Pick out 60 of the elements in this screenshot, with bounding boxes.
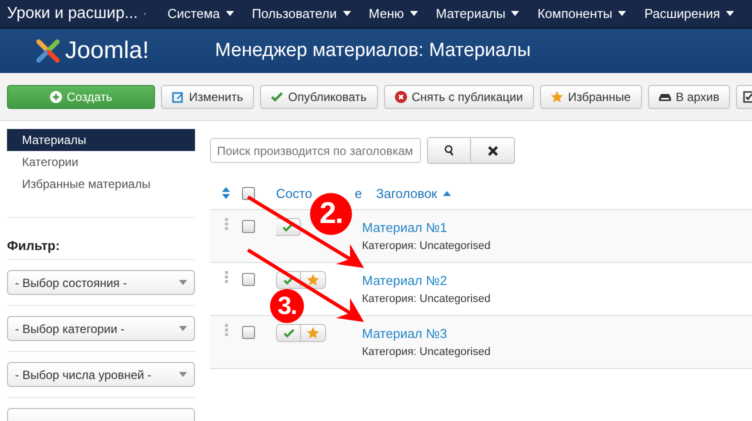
drag-handle-icon[interactable] xyxy=(224,324,228,336)
site-link[interactable]: Уроки и расшир... xyxy=(0,4,138,22)
plus-icon xyxy=(50,90,62,102)
filter-dropdown[interactable]: - Выбор категории - xyxy=(7,316,195,341)
publish-button[interactable]: Опубликовать xyxy=(260,84,378,108)
menu-item[interactable]: Материалы xyxy=(436,6,520,21)
close-icon xyxy=(486,144,498,156)
archive-button[interactable]: В архив xyxy=(648,84,730,108)
filter-dropdown[interactable]: - Выбор числа уровней - xyxy=(7,362,195,387)
menu-item[interactable]: Расширения xyxy=(644,6,734,21)
star-icon xyxy=(307,327,319,339)
sort-ascending-icon xyxy=(443,190,452,196)
featured-button[interactable]: Избранные xyxy=(540,84,642,108)
row-checkbox[interactable] xyxy=(242,326,255,339)
sidebar-item[interactable]: Категории xyxy=(7,151,195,173)
logo-icon xyxy=(34,37,62,65)
sidebar-item[interactable]: Материалы xyxy=(7,129,195,151)
menu-item[interactable]: Система xyxy=(168,6,234,21)
star-icon xyxy=(550,90,563,102)
menu-item[interactable]: Меню xyxy=(368,6,418,21)
category-text: Категория: Uncategorised xyxy=(362,346,490,358)
checkbox-icon xyxy=(743,90,752,102)
menu-item[interactable]: Пользователи xyxy=(252,6,351,21)
drag-handle-icon[interactable] xyxy=(224,218,228,230)
drag-handle-icon[interactable] xyxy=(224,271,228,283)
unpublish-button[interactable]: Снять с публикации xyxy=(384,84,534,108)
menu-item[interactable]: Компоненты xyxy=(537,6,626,21)
article-link[interactable]: Материал №1 xyxy=(362,220,448,235)
step-number: 2. xyxy=(310,193,352,235)
category-text: Категория: Uncategorised xyxy=(362,293,490,305)
sidebar-item[interactable]: Избранные материалы xyxy=(7,173,195,195)
step-number: 3. xyxy=(270,289,304,323)
clear-button[interactable] xyxy=(471,137,515,164)
column-header[interactable]: е xyxy=(354,186,362,200)
logo-text: Joomla! xyxy=(65,37,150,65)
publish-toggle[interactable] xyxy=(276,324,301,342)
filter-dropdown[interactable]: - Выбор состояния - xyxy=(7,270,195,295)
x-circle-icon xyxy=(394,90,407,102)
row-checkbox[interactable] xyxy=(242,220,255,233)
category-text: Категория: Uncategorised xyxy=(362,240,490,252)
column-header[interactable]: Состо xyxy=(276,186,312,200)
article-link[interactable]: Материал №2 xyxy=(362,273,448,288)
edit-button[interactable]: Изменить xyxy=(161,84,254,108)
check-icon xyxy=(271,90,284,102)
star-icon xyxy=(307,274,319,286)
check-icon xyxy=(282,328,294,338)
select-all-checkbox[interactable] xyxy=(242,186,255,200)
column-header[interactable]: Заголовок xyxy=(376,186,438,200)
page-title: Менеджер материалов: Материалы xyxy=(215,40,531,62)
filter-heading: Фильтр: xyxy=(7,238,61,253)
sort-icon[interactable] xyxy=(222,187,230,199)
featured-toggle[interactable] xyxy=(301,271,326,289)
check-icon xyxy=(282,222,294,232)
article-link[interactable]: Материал №3 xyxy=(362,326,448,341)
edit-icon xyxy=(172,90,184,102)
search-field[interactable]: Поиск производится по заголовкам xyxy=(210,138,421,163)
featured-toggle[interactable] xyxy=(301,324,326,342)
row-checkbox[interactable] xyxy=(242,273,255,286)
search-button[interactable] xyxy=(427,137,471,164)
search-icon xyxy=(444,145,454,156)
